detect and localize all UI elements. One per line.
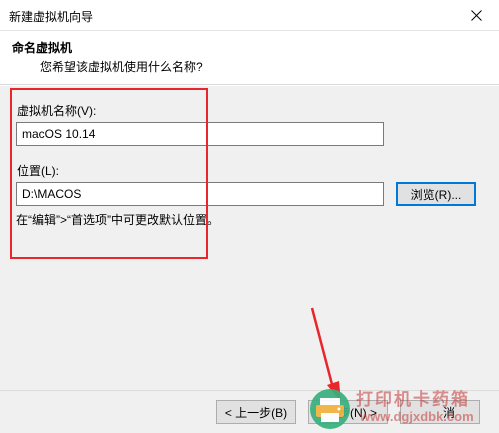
page-title: 命名虚拟机: [12, 41, 73, 55]
wizard-header: 命名虚拟机 您希望该虚拟机使用什么名称?: [0, 31, 499, 85]
close-icon: [470, 10, 482, 21]
annotation-highlight-box: [10, 88, 208, 259]
window-title: 新建虚拟机向导: [9, 10, 94, 24]
browse-button[interactable]: 浏览(R)...: [396, 182, 476, 206]
footer-divider: [0, 390, 499, 391]
page-subtitle: 您希望该虚拟机使用什么名称?: [40, 60, 203, 74]
close-button[interactable]: [453, 0, 499, 31]
title-bar: 新建虚拟机向导: [0, 0, 499, 31]
cancel-button[interactable]: 消: [400, 400, 480, 424]
back-button[interactable]: < 上一步(B): [216, 400, 296, 424]
next-button[interactable]: 步(N) >: [308, 400, 388, 424]
